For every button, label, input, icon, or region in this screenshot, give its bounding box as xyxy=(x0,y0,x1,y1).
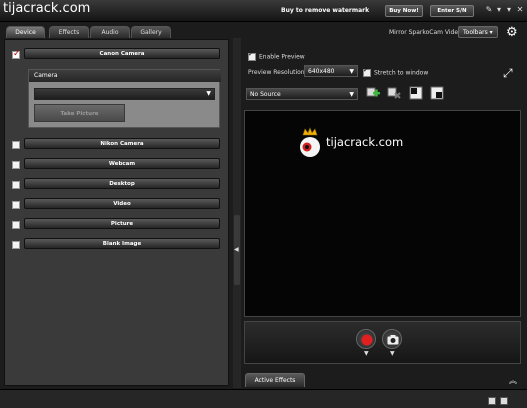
resolution-select[interactable]: 640x480 ▼ xyxy=(304,65,358,77)
device-checkbox-nikon[interactable] xyxy=(12,141,20,149)
watermark-text: tijacrack.com xyxy=(326,135,404,149)
bring-front-icon[interactable] xyxy=(409,86,423,100)
watermark-logo-icon xyxy=(300,127,320,157)
device-button-picture[interactable]: Picture xyxy=(24,218,220,229)
device-checkbox-canon[interactable] xyxy=(12,49,21,59)
take-picture-button[interactable]: Take Picture xyxy=(34,104,125,122)
send-back-icon[interactable] xyxy=(430,86,444,100)
chevron-left-icon[interactable]: ◀ xyxy=(234,246,239,253)
stretch-toggle[interactable]: Stretch to window xyxy=(363,66,429,77)
record-button[interactable] xyxy=(356,329,376,349)
camera-select[interactable]: ▼ xyxy=(34,88,215,100)
resolution-value: 640x480 xyxy=(308,68,335,75)
fullscreen-icon[interactable]: ⤢ xyxy=(503,66,513,81)
source-select[interactable]: No Source ▼ xyxy=(246,88,358,100)
camera-icon xyxy=(387,335,399,345)
device-checkbox-video[interactable] xyxy=(12,201,20,209)
minimize-icon[interactable]: ▾ xyxy=(504,5,514,15)
enter-sn-button[interactable]: Enter S/N xyxy=(430,5,474,17)
tab-audio[interactable]: Audio xyxy=(90,26,130,38)
chevron-down-icon[interactable]: ▼ xyxy=(390,350,395,357)
chevron-down-icon: ▼ xyxy=(206,90,211,97)
device-checkbox-picture[interactable] xyxy=(12,221,20,229)
collapse-icon[interactable]: ︽ xyxy=(509,375,517,386)
tab-active-effects[interactable]: Active Effects xyxy=(245,373,305,387)
pin-icon[interactable]: ✎ xyxy=(484,5,494,15)
chevron-down-icon[interactable]: ▼ xyxy=(364,350,369,357)
device-checkbox-desktop[interactable] xyxy=(12,181,20,189)
tab-effects[interactable]: Effects xyxy=(49,26,89,38)
device-button-video[interactable]: Video xyxy=(24,198,220,209)
brand-text: tijacrack.com xyxy=(3,1,91,16)
mirror-label: Mirror SparkoCam Video xyxy=(389,29,462,36)
device-button-blank-image[interactable]: Blank Image xyxy=(24,238,220,249)
enable-preview-toggle[interactable]: Enable Preview xyxy=(248,50,305,61)
snapshot-button[interactable] xyxy=(382,329,402,349)
camera-group-title: Camera xyxy=(29,70,221,82)
stretch-checkbox[interactable] xyxy=(363,66,371,77)
close-icon[interactable]: ✕ xyxy=(515,5,525,15)
watermark-notice: Buy to remove watermark xyxy=(281,7,370,14)
device-button-webcam[interactable]: Webcam xyxy=(24,158,220,169)
toolbars-label: Toolbars xyxy=(463,29,488,36)
toolbars-dropdown[interactable]: Toolbars ▾ xyxy=(458,26,498,38)
stretch-label: Stretch to window xyxy=(374,69,429,77)
tab-device[interactable]: Device xyxy=(6,26,45,38)
enable-preview-checkbox[interactable] xyxy=(248,50,256,61)
status-bar xyxy=(0,389,527,408)
device-button-nikon[interactable]: Nikon Camera xyxy=(24,138,220,149)
status-right-icon[interactable] xyxy=(500,397,508,405)
source-value: No Source xyxy=(250,91,281,98)
tab-bar: Device Effects Audio Gallery xyxy=(0,26,232,38)
chevron-down-icon[interactable]: ▾ xyxy=(494,5,504,15)
remove-source-icon[interactable] xyxy=(387,86,401,100)
chevron-down-icon: ▼ xyxy=(349,68,354,75)
device-button-desktop[interactable]: Desktop xyxy=(24,178,220,189)
gear-icon[interactable]: ⚙ xyxy=(506,25,518,40)
status-left-icon[interactable] xyxy=(488,397,496,405)
tab-gallery[interactable]: Gallery xyxy=(131,26,171,38)
chevron-down-icon: ▼ xyxy=(349,91,354,98)
buy-now-button[interactable]: Buy Now! xyxy=(385,5,423,17)
panel-splitter[interactable]: ◀ xyxy=(233,38,241,388)
device-checkbox-blank-image[interactable] xyxy=(12,241,20,249)
resolution-label: Preview Resolution: xyxy=(248,69,307,76)
add-source-icon[interactable] xyxy=(366,86,380,100)
camera-group: Camera ▼ Take Picture xyxy=(28,69,221,128)
record-icon xyxy=(361,334,373,346)
device-checkbox-webcam[interactable] xyxy=(12,161,20,169)
device-button-canon[interactable]: Canon Camera xyxy=(24,48,220,59)
enable-preview-label: Enable Preview xyxy=(259,53,305,61)
chevron-down-icon: ▾ xyxy=(489,29,493,36)
